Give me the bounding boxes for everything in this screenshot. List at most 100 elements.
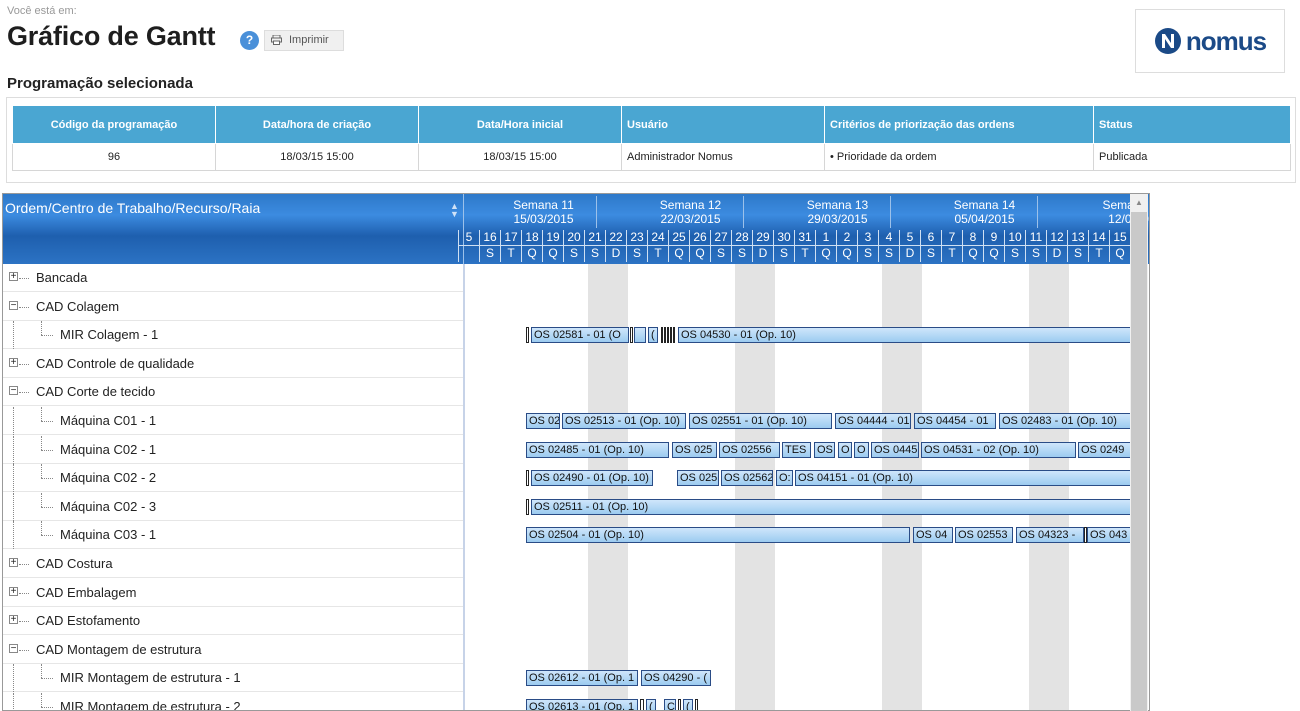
- expand-icon[interactable]: +: [9, 615, 18, 625]
- day-number: 11: [1029, 230, 1043, 244]
- tree-row[interactable]: + CAD Estofamento: [3, 607, 463, 636]
- day-weekday: S: [858, 245, 878, 261]
- gantt-bar[interactable]: OS 02551 - 01 (Op. 10): [689, 413, 832, 429]
- day-number: 25: [672, 230, 686, 244]
- gantt-bar[interactable]: O:: [776, 470, 793, 487]
- gantt-bar[interactable]: OS 02: [526, 413, 560, 429]
- gantt-bar[interactable]: OS 02504 - 01 (Op. 10): [526, 527, 910, 544]
- gantt-bar[interactable]: OS 04323 -: [1016, 527, 1084, 544]
- collapse-icon[interactable]: −: [9, 643, 18, 653]
- scroll-up-icon[interactable]: ▲: [1135, 198, 1143, 207]
- gantt-bar[interactable]: OS 0249: [1078, 441, 1131, 458]
- tree-row[interactable]: MIR Montagem de estrutura - 1: [3, 664, 463, 693]
- tree-label: Máquina C02 - 2: [60, 470, 157, 486]
- gantt-bar[interactable]: OS 02485 - 01 (Op. 10): [526, 441, 669, 458]
- print-label: Imprimir: [289, 34, 329, 46]
- sort-icon[interactable]: ▲ ▼: [450, 202, 459, 219]
- gantt-bar[interactable]: OS 02483 - 01 (Op. 10): [999, 413, 1131, 429]
- cell-status: Publicada: [1093, 143, 1291, 171]
- week-separator: [890, 196, 891, 228]
- gantt-bar[interactable]: OS 02511 - 01 (Op. 10): [531, 498, 1131, 515]
- collapse-icon[interactable]: −: [9, 386, 18, 396]
- expand-icon[interactable]: +: [9, 357, 18, 367]
- day-weekday: S: [921, 245, 941, 261]
- resource-tree: + Bancada − CAD Colagem MIR Colagem - 1 + CAD …: [3, 264, 463, 710]
- gantt-bar[interactable]: OS 025: [672, 441, 717, 458]
- tree-connector: [41, 664, 42, 679]
- print-button[interactable]: Imprimir: [264, 30, 344, 51]
- gantt-marker[interactable]: [630, 327, 633, 344]
- gantt-bar[interactable]: OS 02581 - 01 (O: [531, 327, 629, 344]
- tree-row[interactable]: + CAD Controle de qualidade: [3, 350, 463, 378]
- gantt-bar[interactable]: OS 04531 - 02 (Op. 10): [921, 441, 1076, 458]
- tree-row[interactable]: MIR Montagem de estrutura - 2: [3, 693, 463, 710]
- week-separator: [1037, 196, 1038, 228]
- tree-row[interactable]: − CAD Colagem: [3, 293, 463, 321]
- gantt-bar[interactable]: OS 043: [1087, 527, 1131, 544]
- gantt-marker[interactable]: [640, 699, 644, 710]
- tree-row[interactable]: Máquina C03 - 1: [3, 521, 463, 550]
- gantt-bar[interactable]: OS 02612 - 01 (Op. 1: [526, 670, 638, 687]
- gantt-marker[interactable]: [695, 699, 698, 710]
- gantt-marker[interactable]: [670, 327, 672, 344]
- gantt-bar[interactable]: OS 02513 - 01 (Op. 10): [562, 413, 686, 429]
- gantt-bar[interactable]: (: [683, 699, 693, 710]
- timeline-area: OS 02581 - 01 (O ( OS 04530 - 01 (Op. 10) O…: [465, 264, 1133, 710]
- gantt-bar[interactable]: OS 04454 - 01: [914, 413, 996, 429]
- gantt-bar[interactable]: (: [648, 327, 658, 344]
- nomus-logo-icon: [1154, 28, 1181, 54]
- gantt-bar[interactable]: OS 02613 - 01 (Op. 1: [526, 699, 638, 710]
- tree-row[interactable]: + Bancada: [3, 264, 463, 292]
- day-header: 5D: [899, 230, 920, 262]
- collapse-icon[interactable]: −: [9, 300, 18, 310]
- gantt-bar[interactable]: OS 02556: [719, 441, 780, 458]
- tree-row[interactable]: Máquina C01 - 1: [3, 407, 463, 435]
- gantt-bar[interactable]: TES: [782, 441, 811, 458]
- gantt-marker[interactable]: [526, 498, 529, 515]
- gantt-bar[interactable]: O: [838, 441, 852, 458]
- gantt-bar[interactable]: C: [664, 699, 676, 710]
- gantt-bar[interactable]: OS 04290 - (: [641, 670, 711, 687]
- tree-row[interactable]: − CAD Montagem de estrutura: [3, 636, 463, 664]
- tree-row[interactable]: Máquina C02 - 2: [3, 464, 463, 493]
- gantt-bar[interactable]: OS 025: [677, 470, 719, 487]
- tree-row[interactable]: − CAD Corte de tecido: [3, 378, 463, 407]
- day-weekday: S: [732, 245, 752, 261]
- gantt-bar[interactable]: OS 02490 - 01 (Op. 10): [531, 470, 653, 487]
- tree-row[interactable]: MIR Colagem - 1: [3, 321, 463, 350]
- cell-inicial: 18/03/15 15:00: [418, 143, 622, 171]
- gantt-marker[interactable]: [678, 699, 681, 710]
- gantt-bar[interactable]: OS: [814, 441, 835, 458]
- gantt-bar[interactable]: OS 04: [913, 527, 953, 544]
- scrollbar-thumb[interactable]: [1131, 212, 1147, 711]
- gantt-bar[interactable]: OS 04530 - 01 (Op. 10): [678, 327, 1131, 344]
- gantt-marker[interactable]: [526, 327, 529, 344]
- week-date: 29/03/2015: [807, 212, 868, 226]
- expand-icon[interactable]: +: [9, 272, 18, 282]
- gantt-bar[interactable]: OS 0445: [871, 441, 919, 458]
- tree-row[interactable]: + CAD Costura: [3, 550, 463, 578]
- expand-icon[interactable]: +: [9, 586, 18, 596]
- gantt-marker[interactable]: [667, 327, 669, 344]
- gantt-marker[interactable]: [526, 470, 529, 487]
- help-icon[interactable]: ?: [240, 31, 259, 50]
- expand-icon[interactable]: +: [9, 558, 18, 568]
- gantt-bar[interactable]: OS 04151 - 01 (Op. 10): [795, 470, 1131, 487]
- day-weekday: T: [648, 245, 668, 261]
- gantt-bar[interactable]: OS 02553: [955, 527, 1013, 544]
- gantt-marker[interactable]: [673, 327, 675, 344]
- tree-row[interactable]: Máquina C02 - 1: [3, 435, 463, 464]
- gantt-bar[interactable]: OS 02562: [721, 470, 773, 487]
- gantt-bar[interactable]: [634, 327, 646, 344]
- tree-row[interactable]: Máquina C02 - 3: [3, 492, 463, 521]
- tree-connector: [19, 363, 29, 365]
- tree-label: Bancada: [36, 270, 88, 285]
- tree-row[interactable]: + CAD Embalagem: [3, 579, 463, 607]
- tree-column-header[interactable]: Ordem/Centro de Trabalho/Recurso/Raia: [5, 200, 260, 216]
- gantt-marker[interactable]: [661, 327, 663, 344]
- day-header: 3S: [857, 230, 878, 262]
- gantt-bar[interactable]: O: [854, 441, 869, 458]
- gantt-bar[interactable]: OS 04444 - 01: [835, 413, 911, 429]
- gantt-marker[interactable]: [664, 327, 666, 344]
- gantt-bar[interactable]: (: [646, 699, 656, 710]
